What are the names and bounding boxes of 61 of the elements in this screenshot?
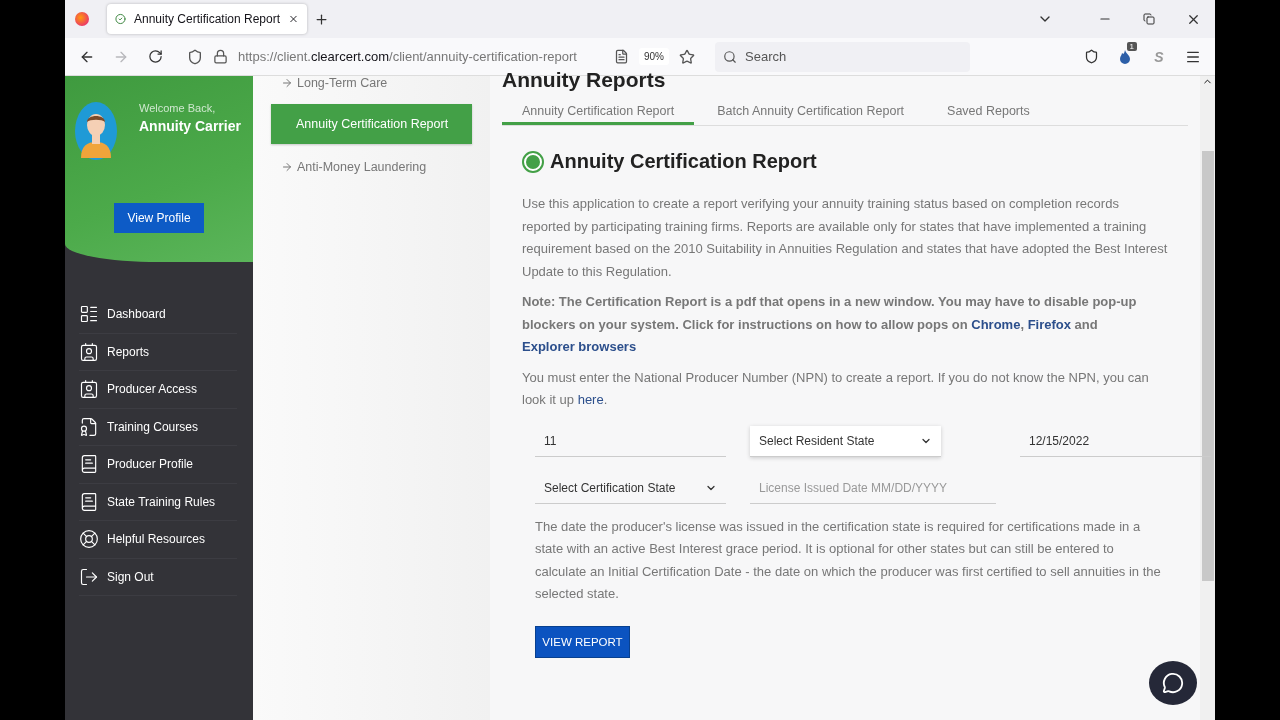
reload-icon[interactable] bbox=[147, 49, 163, 64]
nav-item[interactable]: Reports bbox=[79, 333, 237, 371]
view-profile-button[interactable]: View Profile bbox=[114, 203, 204, 233]
contact-card-icon bbox=[79, 379, 99, 400]
chat-icon bbox=[1162, 672, 1184, 694]
user-name: Annuity Carrier bbox=[139, 118, 242, 134]
link[interactable]: Chrome bbox=[971, 316, 1021, 332]
intro-text: Use this application to create a report verifying your annuity training status based on completion records reported by participating training firms. Reports are available only for states that have implemented a training requirement based on the 2010 Suitability in Annuities Regulation and states that have adopted the Best Interest Update to this Regulation. bbox=[522, 195, 1168, 281]
list-icon bbox=[79, 304, 99, 325]
arrow-icon bbox=[281, 77, 293, 89]
nav-item[interactable]: State Training Rules bbox=[79, 483, 237, 521]
scrollbar[interactable] bbox=[1200, 76, 1215, 720]
submenu-item[interactable]: Anti-Money Laundering bbox=[271, 148, 472, 186]
submenu-item[interactable]: Long-Term Care bbox=[271, 64, 472, 102]
tab[interactable]: Batch Annuity Certification Report bbox=[697, 104, 925, 125]
nav-item[interactable]: Producer Profile bbox=[79, 446, 237, 484]
link[interactable]: Firefox bbox=[1027, 316, 1071, 332]
npn-text: You must enter the National Producer Number (NPN) to create a report. If you do not know the NPN, you can look it up here. bbox=[522, 368, 1150, 409]
bookmark-star-icon[interactable] bbox=[679, 48, 695, 65]
book-icon bbox=[79, 491, 99, 512]
address-field[interactable]: https://client.clearcert.com/client/annuity-certification-report bbox=[238, 49, 604, 64]
welcome-text: Welcome Back, bbox=[139, 102, 217, 114]
tab[interactable]: Annuity Certification Report bbox=[502, 104, 695, 125]
avatar-icon bbox=[75, 102, 117, 160]
section-title: Annuity Certification Report bbox=[550, 150, 817, 173]
search-field[interactable]: Search bbox=[715, 41, 970, 72]
search-icon bbox=[723, 49, 737, 64]
zoom-level[interactable]: 90% bbox=[639, 48, 669, 65]
reader-view-icon[interactable] bbox=[614, 49, 629, 64]
license-note-text: The date the producer's license was issued in the certification state is required for certifications made in a state with an active Best Interest grace period. It is optional for other states but can still be entered to calculate an Initial Certification Date - the date on which the producer was first certified to sell annuities in the selected state. bbox=[534, 517, 1162, 603]
select-field[interactable]: Select Certification State bbox=[535, 472, 726, 504]
tab[interactable]: Saved Reports bbox=[927, 104, 1050, 125]
lock-icon[interactable] bbox=[213, 49, 228, 64]
nav-item[interactable]: Helpful Resources bbox=[79, 521, 237, 559]
new-tab-icon[interactable] bbox=[313, 11, 329, 27]
view-report-button[interactable]: VIEW REPORT bbox=[535, 625, 630, 658]
browser-tab[interactable]: Annuity Certification Report bbox=[107, 4, 307, 34]
radio-dot-icon bbox=[522, 150, 544, 173]
page-heading: Annuity Reports bbox=[502, 68, 667, 90]
arrow-icon bbox=[281, 161, 293, 173]
book-icon bbox=[79, 454, 99, 475]
chat-button[interactable] bbox=[1149, 661, 1197, 705]
notification-badge: 1 bbox=[1126, 41, 1137, 51]
nav-item[interactable]: Sign Out bbox=[79, 558, 237, 596]
input-field[interactable]: 11 bbox=[535, 425, 726, 457]
nav-item[interactable]: Producer Access bbox=[79, 371, 237, 409]
nav-item[interactable]: Training Courses bbox=[79, 408, 237, 446]
shield-icon[interactable] bbox=[187, 48, 203, 65]
contact-card-icon bbox=[79, 341, 99, 362]
link[interactable]: Explorer browsers bbox=[522, 339, 637, 354]
certificate-icon bbox=[79, 416, 99, 437]
nav-item[interactable]: Dashboard bbox=[79, 296, 237, 334]
select-field[interactable]: Select Resident State bbox=[750, 425, 941, 457]
link[interactable]: here bbox=[577, 392, 604, 407]
note-text: Note: The Certification Report is a pdf that opens in a new window. You may have to disable pop-up blockers on your system. Click for instructions on how to allow pops on Chrome, Firefox and Explorer browsers bbox=[522, 293, 1138, 356]
sign-out-icon bbox=[79, 566, 99, 587]
restore-icon[interactable] bbox=[1143, 13, 1155, 25]
input-field[interactable]: License Issued Date MM/DD/YYYY bbox=[750, 472, 996, 504]
shield-check-icon bbox=[115, 12, 126, 26]
lifebuoy-icon bbox=[79, 529, 99, 550]
browser-logo-icon[interactable] bbox=[75, 12, 89, 26]
